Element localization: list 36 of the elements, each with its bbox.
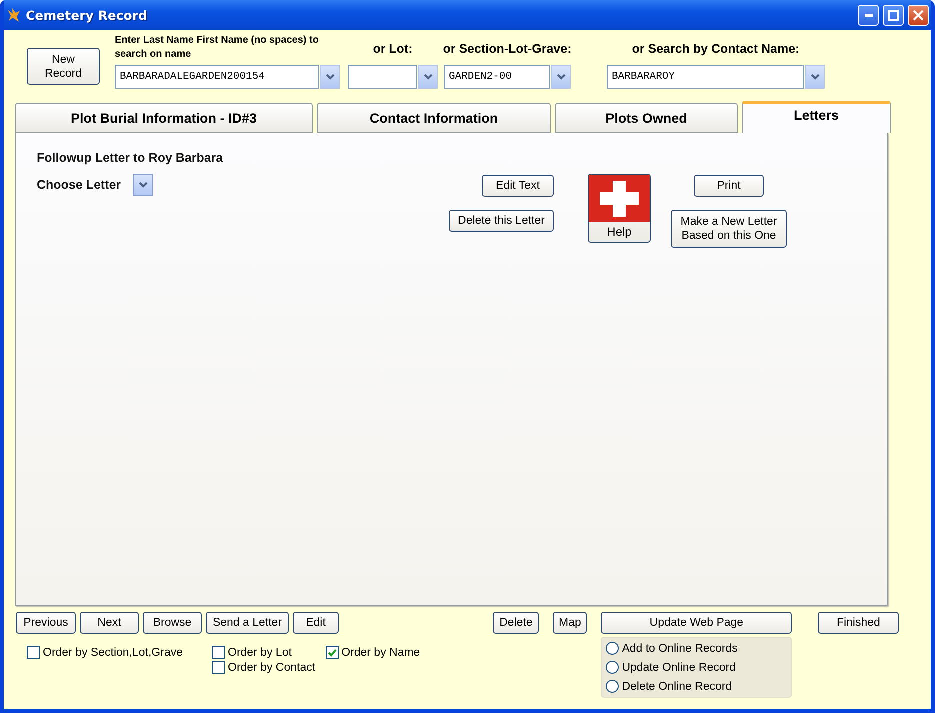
field-label: or Search by Contact Name:: [632, 41, 800, 58]
online-action-radio[interactable]: Update Online Record: [606, 659, 788, 676]
nav-button[interactable]: Browse: [143, 612, 202, 634]
field-label: or Section-Lot-Grave:: [443, 41, 572, 58]
print-button[interactable]: Print: [694, 175, 764, 197]
letter-heading: Followup Letter to Roy Barbara: [37, 151, 224, 165]
search-combo-field[interactable]: BARBARAROY: [607, 65, 804, 89]
update-web-page-button[interactable]: Update Web Page: [601, 612, 792, 634]
tab[interactable]: Contact Information: [317, 103, 551, 133]
tab[interactable]: Plot Burial Information - ID#3: [15, 103, 313, 133]
search-combo-field[interactable]: BARBARADALEGARDEN200154: [115, 65, 319, 89]
order-checkbox[interactable]: Order by Lot: [212, 646, 292, 659]
order-checkbox[interactable]: Order by Contact: [212, 661, 316, 674]
nav-button[interactable]: Send a Letter: [206, 612, 289, 634]
finished-button[interactable]: Finished: [818, 612, 900, 634]
order-checkbox[interactable]: Order by Name: [326, 646, 420, 659]
new-record-button[interactable]: New Record: [27, 48, 100, 85]
window-title: Cemetery Record: [26, 8, 148, 22]
tab[interactable]: Plots Owned: [555, 103, 738, 133]
nav-button[interactable]: Edit: [293, 612, 339, 634]
order-checkbox[interactable]: Order by Section,Lot,Grave: [27, 646, 183, 659]
field-label: Enter Last Name First Name (no spaces) to search on name: [115, 34, 320, 62]
nav-button[interactable]: Previous: [16, 612, 76, 634]
edit-text-button[interactable]: Edit Text: [482, 175, 554, 197]
search-combo-field[interactable]: GARDEN2-00: [444, 65, 550, 89]
map-button[interactable]: Map: [553, 612, 588, 634]
field-label: or Lot:: [373, 41, 413, 58]
online-action-radio[interactable]: Delete Online Record: [606, 678, 788, 695]
delete-button[interactable]: Delete: [493, 612, 540, 634]
online-action-radio[interactable]: Add to Online Records: [606, 640, 788, 657]
choose-letter-label: Choose Letter: [37, 178, 122, 192]
new-letter-button[interactable]: Make a New Letter Based on this One: [671, 210, 787, 248]
tab[interactable]: Letters: [742, 101, 891, 133]
nav-button[interactable]: Next: [80, 612, 139, 634]
delete-letter-button[interactable]: Delete this Letter: [449, 210, 554, 232]
help-button[interactable]: Help: [588, 174, 651, 243]
